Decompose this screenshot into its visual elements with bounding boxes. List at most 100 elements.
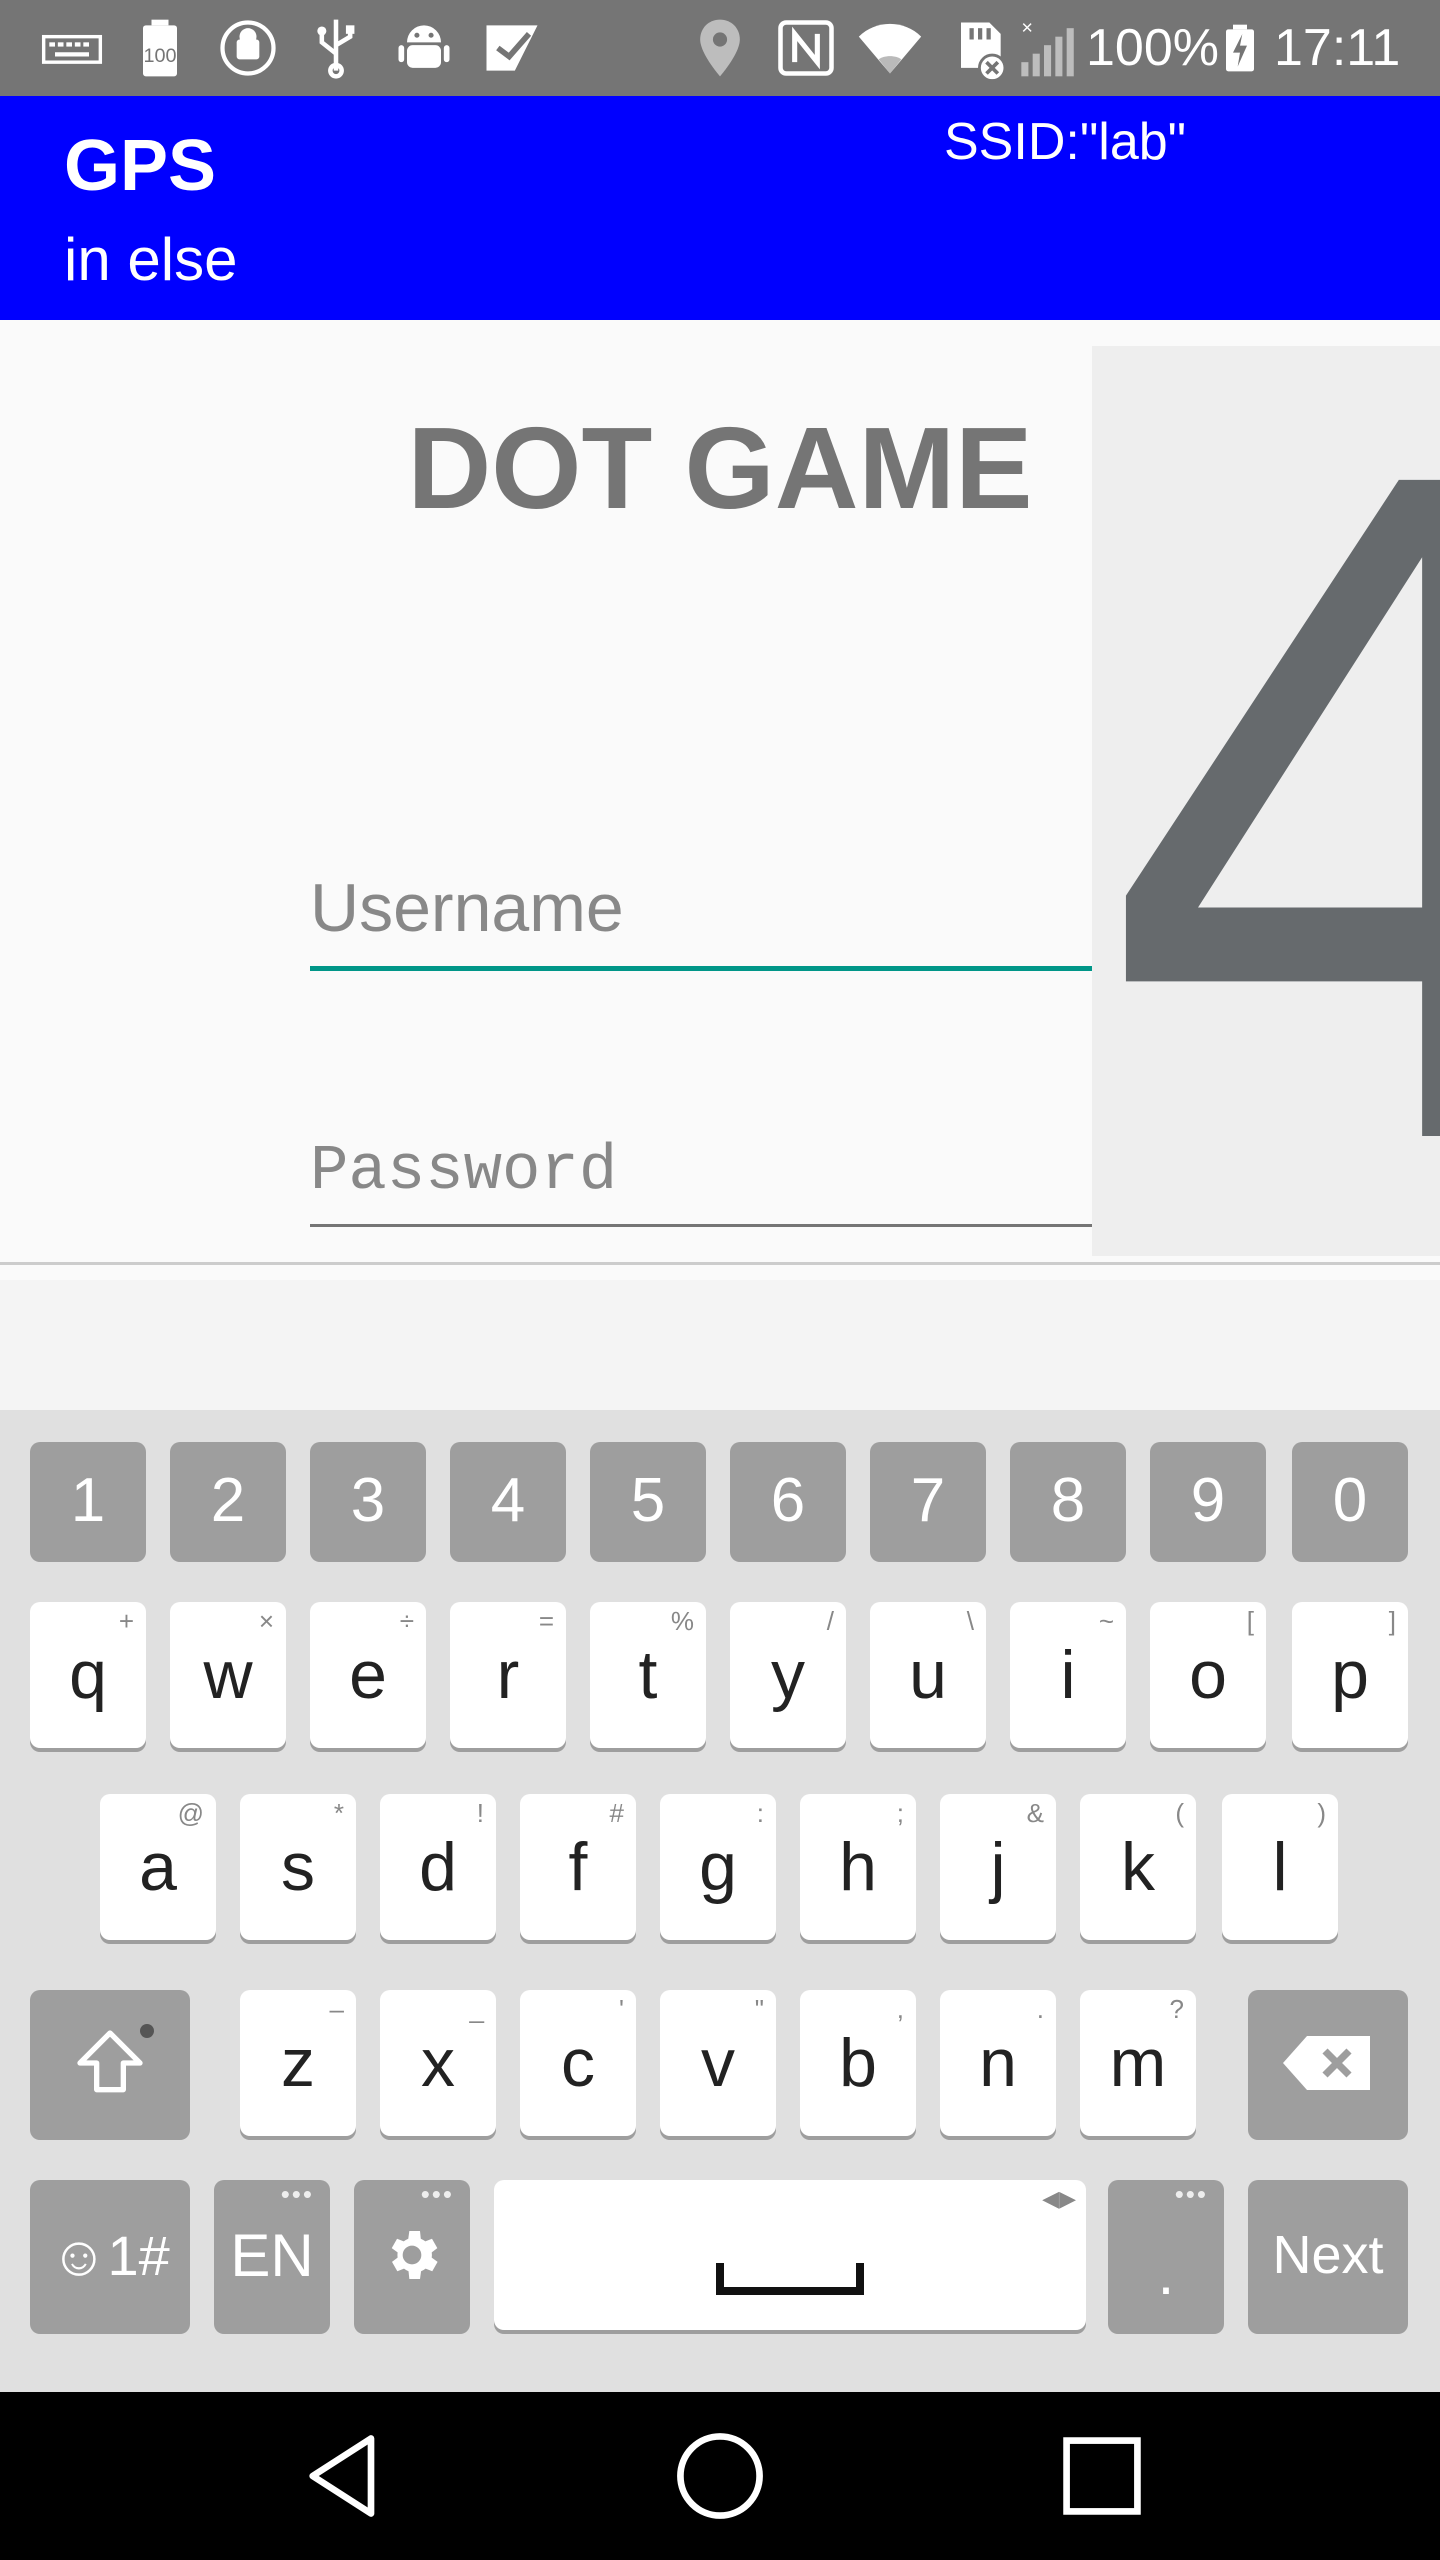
more-dots-icon: ••• bbox=[280, 2179, 314, 2209]
android-sync-icon bbox=[214, 14, 282, 82]
key-hint: ' bbox=[619, 1994, 624, 2024]
key-l[interactable]: l) bbox=[1222, 1794, 1338, 1940]
key-i[interactable]: i ~ bbox=[1010, 1602, 1126, 1748]
key-r[interactable]: r = bbox=[450, 1602, 566, 1748]
location-icon bbox=[686, 14, 754, 82]
key-b[interactable]: b, bbox=[800, 1990, 916, 2136]
key-hint: " bbox=[754, 1994, 764, 2024]
key-x[interactable]: x _ bbox=[380, 1990, 496, 2136]
key-9[interactable]: 9 bbox=[1150, 1442, 1266, 1558]
key-label: f bbox=[568, 1829, 588, 1905]
next-key[interactable]: Next bbox=[1248, 2180, 1408, 2330]
navigation-bar bbox=[0, 2392, 1440, 2560]
key-2[interactable]: 2 bbox=[170, 1442, 286, 1558]
spacebar-key[interactable]: ◀▶ bbox=[494, 2180, 1086, 2330]
key-hint: ( bbox=[1175, 1798, 1184, 1828]
key-hint: % bbox=[670, 1606, 694, 1636]
key-o[interactable]: o[ bbox=[1150, 1602, 1266, 1748]
key-hint: ) bbox=[1317, 1798, 1326, 1828]
key-label: d bbox=[419, 1829, 457, 1905]
key-7[interactable]: 7 bbox=[870, 1442, 986, 1558]
key-label: o bbox=[1189, 1637, 1227, 1713]
key-z[interactable]: z – bbox=[240, 1990, 356, 2136]
key-u[interactable]: u \ bbox=[870, 1602, 986, 1748]
key-a[interactable]: a @ bbox=[100, 1794, 216, 1940]
settings-key[interactable]: ••• bbox=[354, 2180, 470, 2330]
battery-charging-icon bbox=[1212, 14, 1268, 82]
key-v[interactable]: v " bbox=[660, 1990, 776, 2136]
key-label: s bbox=[281, 1829, 315, 1905]
countdown-panel: 4 bbox=[1092, 346, 1440, 1256]
period-key[interactable]: . ••• bbox=[1108, 2180, 1224, 2330]
battery-percent: 100% bbox=[1086, 19, 1219, 77]
password-input[interactable] bbox=[310, 1120, 1092, 1227]
key-f[interactable]: f # bbox=[520, 1794, 636, 1940]
key-label: k bbox=[1121, 1829, 1155, 1905]
key-m[interactable]: m? bbox=[1080, 1990, 1196, 2136]
key-hint: : bbox=[756, 1798, 764, 1828]
key-k[interactable]: k( bbox=[1080, 1794, 1196, 1940]
wifi-icon bbox=[856, 14, 924, 82]
sd-card-error-icon bbox=[944, 14, 1012, 82]
key-8[interactable]: 8 bbox=[1010, 1442, 1126, 1558]
home-icon[interactable] bbox=[670, 2426, 770, 2526]
username-input[interactable] bbox=[310, 850, 1092, 971]
space-icon bbox=[716, 2235, 864, 2295]
language-key[interactable]: EN ••• bbox=[214, 2180, 330, 2330]
key-c[interactable]: c ' bbox=[520, 1990, 636, 2136]
key-4[interactable]: 4 bbox=[450, 1442, 566, 1558]
more-dots-icon: ••• bbox=[1174, 2179, 1208, 2209]
key-hint: * bbox=[333, 1798, 344, 1828]
key-p[interactable]: p] bbox=[1292, 1602, 1408, 1748]
keyboard: 1 2 3 4 5 6 7 8 9 0 q + w × e ÷ r = t% y / u \… bbox=[0, 1410, 1440, 2392]
key-label: m bbox=[1109, 2025, 1167, 2101]
key-n[interactable]: n. bbox=[940, 1990, 1056, 2136]
key-hint: , bbox=[896, 1994, 904, 2024]
key-hint: – bbox=[329, 1994, 344, 2024]
battery-100-icon: 100 bbox=[126, 14, 194, 82]
key-q[interactable]: q + bbox=[30, 1602, 146, 1748]
key-6[interactable]: 6 bbox=[730, 1442, 846, 1558]
key-label: h bbox=[839, 1829, 877, 1905]
shift-key[interactable] bbox=[30, 1990, 190, 2136]
recents-icon[interactable] bbox=[1052, 2426, 1152, 2526]
key-hint: = bbox=[538, 1606, 554, 1636]
key-label: e bbox=[349, 1637, 387, 1713]
backspace-icon bbox=[1280, 2027, 1376, 2099]
key-hint: × bbox=[258, 1606, 274, 1636]
key-3[interactable]: 3 bbox=[310, 1442, 426, 1558]
nfc-icon bbox=[772, 14, 840, 82]
key-1[interactable]: 1 bbox=[30, 1442, 146, 1558]
key-j[interactable]: j & bbox=[940, 1794, 1056, 1940]
key-hint: ? bbox=[1169, 1994, 1184, 2024]
usb-icon bbox=[302, 14, 370, 82]
key-t[interactable]: t% bbox=[590, 1602, 706, 1748]
keyboard-icon bbox=[38, 14, 106, 82]
key-e[interactable]: e ÷ bbox=[310, 1602, 426, 1748]
key-hint: ; bbox=[896, 1798, 904, 1828]
key-5[interactable]: 5 bbox=[590, 1442, 706, 1558]
countdown-digit: 4 bbox=[1092, 346, 1440, 1257]
key-w[interactable]: w × bbox=[170, 1602, 286, 1748]
key-label: v bbox=[701, 2025, 735, 2101]
key-hint: ~ bbox=[1098, 1606, 1114, 1636]
back-icon[interactable] bbox=[296, 2426, 396, 2526]
key-0[interactable]: 0 bbox=[1292, 1442, 1408, 1558]
key-d[interactable]: d! bbox=[380, 1794, 496, 1940]
period-label: . bbox=[1157, 2239, 1175, 2307]
key-h[interactable]: h; bbox=[800, 1794, 916, 1940]
key-label: u bbox=[909, 1637, 947, 1713]
app-title: GPS bbox=[64, 126, 217, 206]
symbols-key[interactable]: ☺1# bbox=[30, 2180, 190, 2330]
key-label: w bbox=[203, 1637, 253, 1713]
key-hint: @ bbox=[177, 1798, 204, 1828]
cursor-arrows-icon: ◀▶ bbox=[1042, 2186, 1076, 2211]
key-g[interactable]: g: bbox=[660, 1794, 776, 1940]
key-label: j bbox=[990, 1829, 1006, 1905]
backspace-key[interactable] bbox=[1248, 1990, 1408, 2136]
key-hint: ÷ bbox=[399, 1606, 414, 1636]
key-label: b bbox=[839, 2025, 877, 2101]
key-s[interactable]: s * bbox=[240, 1794, 356, 1940]
key-label: r bbox=[496, 1637, 520, 1713]
key-y[interactable]: y / bbox=[730, 1602, 846, 1748]
